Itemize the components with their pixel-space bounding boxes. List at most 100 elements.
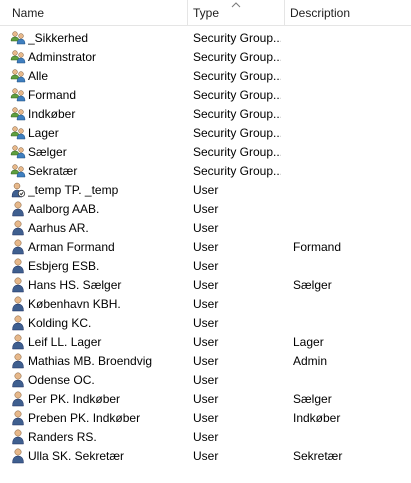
item-type: User bbox=[193, 373, 219, 387]
item-name: København KBH. bbox=[28, 297, 121, 311]
item-name: Alle bbox=[28, 69, 49, 83]
item-type: User bbox=[193, 449, 219, 463]
list-item[interactable]: Adminstrator Security Group... bbox=[0, 48, 411, 67]
directory-rows: _Sikkerhed Security Group... Adminstrator S… bbox=[0, 29, 411, 466]
list-item[interactable]: _temp TP. _temp User bbox=[0, 181, 411, 200]
list-item[interactable]: Alle Security Group... bbox=[0, 67, 411, 86]
user-icon bbox=[10, 372, 26, 388]
item-name: Preben PK. Indkøber bbox=[28, 411, 141, 425]
item-description bbox=[293, 200, 408, 219]
user-icon bbox=[10, 410, 26, 426]
item-description: Formand bbox=[293, 240, 342, 254]
user-icon bbox=[10, 220, 26, 236]
item-description: Indkøber bbox=[293, 411, 341, 425]
group-icon bbox=[10, 106, 26, 122]
item-description: Admin bbox=[293, 354, 328, 368]
item-name: Ulla SK. Sekretær bbox=[28, 449, 125, 463]
user-icon bbox=[10, 334, 26, 350]
item-description: Sekretær bbox=[293, 449, 343, 463]
column-header-description[interactable]: Description bbox=[284, 0, 411, 25]
item-name: _Sikkerhed bbox=[28, 31, 89, 45]
item-description bbox=[293, 219, 408, 238]
group-icon bbox=[10, 163, 26, 179]
list-item[interactable]: Preben PK. Indkøber User Indkøber bbox=[0, 409, 411, 428]
item-type: User bbox=[193, 240, 219, 254]
item-type: Security Group... bbox=[193, 145, 281, 159]
item-type: User bbox=[193, 392, 219, 406]
item-description bbox=[293, 29, 408, 48]
item-description bbox=[293, 162, 408, 181]
group-icon bbox=[10, 87, 26, 103]
group-icon bbox=[10, 68, 26, 84]
item-name: Arman Formand bbox=[28, 240, 115, 254]
column-header-bar: Name Type Description bbox=[0, 0, 411, 26]
item-description: Sælger bbox=[293, 392, 332, 406]
list-item[interactable]: Sælger Security Group... bbox=[0, 143, 411, 162]
item-type: User bbox=[193, 202, 219, 216]
item-description bbox=[293, 48, 408, 67]
user-icon bbox=[10, 429, 26, 445]
directory-list-view: Name Type Description _Sikkerhed Security… bbox=[0, 0, 411, 483]
list-item[interactable]: Indkøber Security Group... bbox=[0, 105, 411, 124]
item-description bbox=[293, 295, 408, 314]
user-icon bbox=[10, 201, 26, 217]
item-name: Odense OC. bbox=[28, 373, 95, 387]
item-type: Security Group... bbox=[193, 164, 281, 178]
item-description bbox=[293, 105, 408, 124]
list-item[interactable]: Lager Security Group... bbox=[0, 124, 411, 143]
list-item[interactable]: Aalborg AAB. User bbox=[0, 200, 411, 219]
user-icon bbox=[10, 448, 26, 464]
item-description bbox=[293, 314, 408, 333]
item-type: Security Group... bbox=[193, 31, 281, 45]
column-header-name[interactable]: Name bbox=[6, 0, 186, 25]
item-type: User bbox=[193, 316, 219, 330]
item-type: User bbox=[193, 430, 219, 444]
list-item[interactable]: Per PK. Indkøber User Sælger bbox=[0, 390, 411, 409]
list-item[interactable]: Esbjerg ESB. User bbox=[0, 257, 411, 276]
item-name: Sælger bbox=[28, 145, 67, 159]
list-item[interactable]: Leif LL. Lager User Lager bbox=[0, 333, 411, 352]
list-item[interactable]: København KBH. User bbox=[0, 295, 411, 314]
list-item[interactable]: Formand Security Group... bbox=[0, 86, 411, 105]
item-description bbox=[293, 86, 408, 105]
list-item[interactable]: Sekratær Security Group... bbox=[0, 162, 411, 181]
item-type: Security Group... bbox=[193, 50, 281, 64]
list-item[interactable]: Arman Formand User Formand bbox=[0, 238, 411, 257]
item-type: Security Group... bbox=[193, 107, 281, 121]
item-description: Lager bbox=[293, 335, 324, 349]
item-name: Adminstrator bbox=[28, 50, 97, 64]
item-name: Sekratær bbox=[28, 164, 78, 178]
item-description bbox=[293, 67, 408, 86]
group-icon bbox=[10, 125, 26, 141]
item-name: Leif LL. Lager bbox=[28, 335, 102, 349]
item-name: Randers RS. bbox=[28, 430, 97, 444]
item-name: Esbjerg ESB. bbox=[28, 259, 100, 273]
item-type: User bbox=[193, 411, 219, 425]
item-type: User bbox=[193, 183, 219, 197]
list-item[interactable]: _Sikkerhed Security Group... bbox=[0, 29, 411, 48]
item-name: Per PK. Indkøber bbox=[28, 392, 121, 406]
item-description bbox=[293, 257, 408, 276]
item-name: Mathias MB. Broendvig bbox=[28, 354, 153, 368]
list-item[interactable]: Odense OC. User bbox=[0, 371, 411, 390]
item-description: Sælger bbox=[293, 278, 332, 292]
list-item[interactable]: Kolding KC. User bbox=[0, 314, 411, 333]
list-item[interactable]: Aarhus AR. User bbox=[0, 219, 411, 238]
list-item[interactable]: Mathias MB. Broendvig User Admin bbox=[0, 352, 411, 371]
item-type: Security Group... bbox=[193, 126, 281, 140]
item-type: User bbox=[193, 221, 219, 235]
list-item[interactable]: Ulla SK. Sekretær User Sekretær bbox=[0, 447, 411, 466]
item-name: Aalborg AAB. bbox=[28, 202, 100, 216]
user-icon bbox=[10, 391, 26, 407]
item-name: Aarhus AR. bbox=[28, 221, 89, 235]
list-item[interactable]: Hans HS. Sælger User Sælger bbox=[0, 276, 411, 295]
item-name: _temp TP. _temp bbox=[28, 183, 119, 197]
item-description bbox=[293, 143, 408, 162]
user-icon bbox=[10, 296, 26, 312]
item-type: Security Group... bbox=[193, 88, 281, 102]
list-item[interactable]: Randers RS. User bbox=[0, 428, 411, 447]
user-icon bbox=[10, 277, 26, 293]
item-description bbox=[293, 181, 408, 200]
disabled-user-icon bbox=[10, 182, 26, 198]
user-icon bbox=[10, 239, 26, 255]
